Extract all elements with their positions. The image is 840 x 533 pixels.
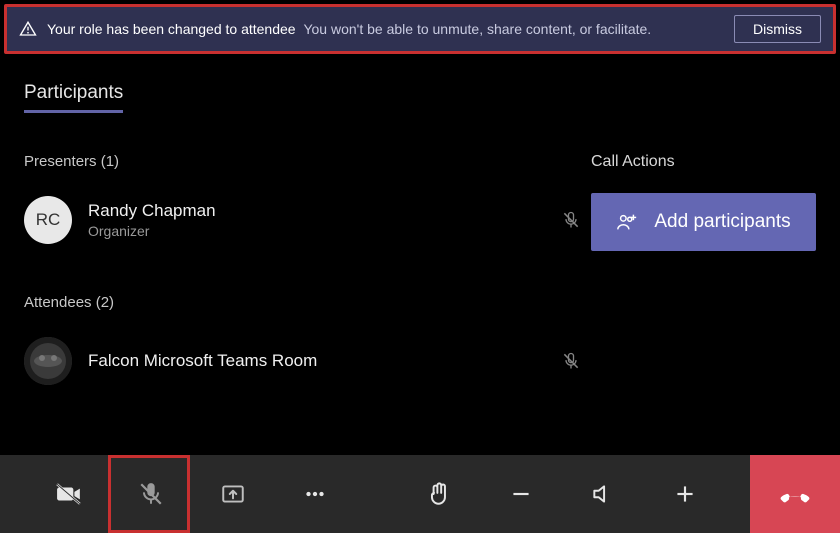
role-changed-banner: Your role has been changed to attendee Y…	[4, 4, 836, 54]
avatar	[24, 337, 72, 385]
call-actions-label: Call Actions	[591, 153, 816, 171]
hang-up-button[interactable]	[750, 455, 840, 533]
zoom-out-button[interactable]	[480, 455, 562, 533]
camera-off-button[interactable]	[28, 455, 110, 533]
participant-name: Randy Chapman	[88, 201, 561, 221]
mic-muted-icon	[561, 210, 581, 230]
participant-name: Falcon Microsoft Teams Room	[88, 351, 561, 371]
mic-muted-button[interactable]	[110, 455, 192, 533]
more-options-button[interactable]	[274, 455, 356, 533]
zoom-in-button[interactable]	[644, 455, 726, 533]
attendees-label: Attendees (2)	[24, 294, 591, 311]
raise-hand-button[interactable]	[398, 455, 480, 533]
add-participants-label: Add participants	[654, 211, 790, 233]
warning-icon	[19, 20, 37, 38]
banner-primary-text: Your role has been changed to attendee	[47, 21, 296, 37]
attendee-row[interactable]: Falcon Microsoft Teams Room	[24, 333, 591, 389]
banner-secondary-text: You won't be able to unmute, share conte…	[303, 21, 651, 37]
avatar: RC	[24, 196, 72, 244]
meeting-control-bar	[0, 455, 840, 533]
dismiss-button[interactable]: Dismiss	[734, 15, 821, 43]
share-content-button[interactable]	[192, 455, 274, 533]
presenter-row[interactable]: RC Randy Chapman Organizer	[24, 192, 591, 248]
participants-tab[interactable]: Participants	[24, 82, 123, 113]
add-participants-button[interactable]: Add participants	[591, 193, 816, 251]
presenters-label: Presenters (1)	[24, 153, 591, 170]
mic-muted-icon	[561, 351, 581, 371]
volume-button[interactable]	[562, 455, 644, 533]
participant-role: Organizer	[88, 223, 561, 239]
add-people-icon	[616, 211, 638, 233]
